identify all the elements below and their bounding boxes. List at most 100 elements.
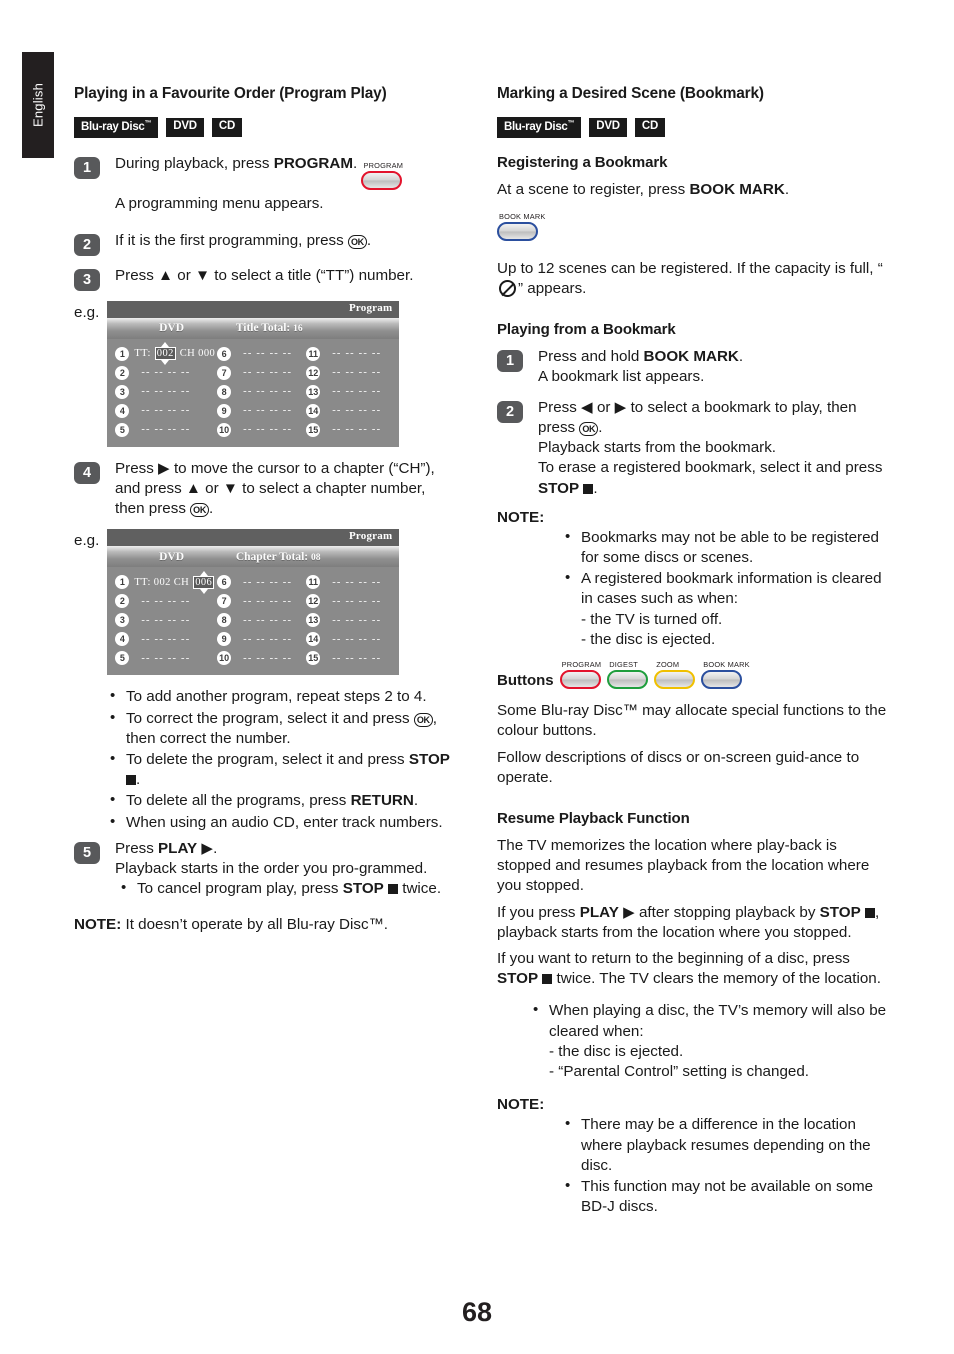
- osd-program-slot: 8 -- -- -- --: [217, 384, 304, 400]
- ok-icon: OK: [413, 712, 433, 727]
- osd-slot-empty: -- -- -- --: [243, 652, 293, 664]
- osd-slot-number: 11: [306, 346, 321, 361]
- osd-program-slot: 4 -- -- -- --: [115, 403, 215, 419]
- osd-slot-empty: -- -- -- --: [141, 367, 191, 379]
- ok-icon: OK: [190, 503, 210, 518]
- osd-program-slot: 5 -- -- -- --: [115, 422, 215, 438]
- list-item: Bookmarks may not be able to be register…: [559, 527, 887, 568]
- stop-square-icon: [864, 907, 875, 918]
- badge-dvd: DVD: [589, 118, 627, 137]
- osd-program-slot: 12 -- -- -- --: [306, 365, 393, 381]
- colour-button-yellow[interactable]: ZOOM: [654, 660, 696, 690]
- bookmark-step-2: 2 Press ◀ or ▶ to select a bookmark to p…: [497, 398, 887, 499]
- program-button-caption: PROGRAM: [363, 160, 404, 170]
- list-item: To delete all the programs, press RETURN…: [104, 790, 454, 811]
- bookmark-button-pill[interactable]: [497, 221, 538, 241]
- osd-slot-number: 15: [306, 422, 321, 437]
- resume-p1: The TV memorizes the location where play…: [497, 836, 870, 895]
- osd-1-total: Title Total: 16: [235, 322, 303, 335]
- colour-button-pill[interactable]: [607, 670, 649, 690]
- step-4: 4 Press ▶ to move the cursor to a chapte…: [74, 459, 454, 520]
- osd-program-slot: 12 -- -- -- --: [306, 593, 393, 609]
- buttons-text-1: Some Blu-ray Disc™ may allocate special …: [497, 702, 887, 740]
- osd-2-grid: 1 TT: 002 CH 006 6 -- -- -- -- 11 -- -- -- --…: [107, 567, 399, 675]
- osd-1-grid: 1 TT: 002 CH 000 6 -- -- -- -- 11 -- -- -- --…: [107, 339, 399, 447]
- osd-slot-number: 12: [306, 365, 321, 380]
- right-column: Marking a Desired Scene (Bookmark) Blu-r…: [497, 84, 887, 1219]
- osd-slot-number: 6: [217, 346, 232, 361]
- colour-button-pill[interactable]: [654, 670, 696, 690]
- osd-slot-empty: -- -- -- --: [141, 614, 191, 626]
- osd-program-slot: 14 -- -- -- --: [306, 403, 393, 419]
- step-2-number: 2: [74, 233, 100, 256]
- osd-slot-empty: -- -- -- --: [243, 367, 293, 379]
- osd-program-slot: 6 -- -- -- --: [217, 574, 304, 590]
- osd-program-title-screen: Program DVD Title Total: 16 1 TT: 002 CH …: [107, 300, 400, 447]
- osd-1-title: Program: [107, 300, 400, 318]
- osd-slot-number: 5: [115, 422, 130, 437]
- colour-button-red[interactable]: PROGRAM: [559, 660, 602, 690]
- osd-2-infobar: DVD Chapter Total: 08: [107, 546, 400, 568]
- osd-slot-empty: -- -- -- --: [243, 595, 293, 607]
- colour-button-caption: BOOK MARK: [703, 660, 750, 670]
- buttons-text-2: Follow descriptions of discs or on-scree…: [497, 748, 860, 786]
- step-4-body: Press ▶ to move the cursor to a chapter …: [115, 459, 435, 518]
- osd-slot-number: 12: [306, 594, 321, 609]
- bookmark-step-1-body: Press and hold BOOK MARK. A bookmark lis…: [538, 347, 887, 387]
- osd-slot-number: 1: [115, 346, 130, 361]
- osd-slot-number: 1: [115, 575, 130, 590]
- bookmark-step-2-line3: To erase a registered bookmark, select i…: [538, 459, 883, 497]
- buttons-section-row: Buttons PROGRAM DIGEST ZOOM BOOK MARK: [497, 660, 887, 691]
- osd-program-slot: 15 -- -- -- --: [306, 422, 393, 438]
- osd-slot-number: 9: [217, 632, 232, 647]
- program-button-pill[interactable]: [361, 171, 403, 191]
- stop-square-icon: [126, 775, 136, 786]
- osd-slot-number: 8: [217, 613, 232, 628]
- resume-p2: If you press PLAY ▶ after stopping playb…: [497, 903, 880, 941]
- colour-button-caption: ZOOM: [656, 660, 680, 670]
- stop-square-icon: [388, 884, 398, 895]
- ok-icon: OK: [579, 421, 599, 436]
- step-5-line2: Playback starts in the order you pro-gra…: [115, 860, 428, 878]
- bookmark-button-graphic[interactable]: BOOK MARK: [497, 212, 546, 241]
- osd-slot-empty: -- -- -- --: [243, 348, 293, 360]
- example-screen-1-wrap: e.g. Program DVD Title Total: 16 1 TT: 00…: [74, 300, 454, 447]
- osd-slot-number: 5: [115, 651, 130, 666]
- osd-program-chapter-screen: Program DVD Chapter Total: 08 1 TT: 002 C…: [107, 529, 400, 676]
- osd-slot-value: TT: 002 CH 000: [134, 342, 215, 366]
- osd-1-disc: DVD: [159, 322, 185, 335]
- colour-button-green[interactable]: DIGEST: [607, 660, 649, 690]
- osd-program-slot: 5 -- -- -- --: [115, 650, 215, 666]
- osd-program-slot: 2 -- -- -- --: [115, 593, 215, 609]
- step-5: 5 Press PLAY ▶. Playback starts in the o…: [74, 839, 454, 902]
- osd-1-infobar: DVD Title Total: 16: [107, 317, 400, 339]
- step-1-body: During playback, press PROGRAM. PROGRAM …: [115, 154, 454, 221]
- osd-program-slot: 15 -- -- -- --: [306, 650, 393, 666]
- bookmark-button-caption: BOOK MARK: [499, 211, 546, 221]
- osd-slot-empty: -- -- -- --: [332, 386, 382, 398]
- osd-slot-empty: -- -- -- --: [332, 652, 382, 664]
- page-title-bookmark: Marking a Desired Scene (Bookmark): [497, 85, 764, 102]
- osd-slot-number: 7: [217, 365, 232, 380]
- buttons-section-label: Buttons: [497, 672, 554, 690]
- badge-cd: CD: [634, 118, 666, 137]
- list-item: A registered bookmark information is cle…: [559, 568, 887, 650]
- program-button-graphic[interactable]: PROGRAM: [361, 161, 403, 191]
- osd-slot-number: 9: [217, 403, 232, 418]
- colour-button-pill[interactable]: [559, 670, 601, 690]
- colour-button-pill[interactable]: [701, 670, 743, 690]
- osd-slot-number: 3: [115, 613, 130, 628]
- eg-label-1: e.g.: [74, 303, 100, 321]
- register-instruction: At a scene to register, press BOOK MARK.: [497, 180, 790, 198]
- osd-slot-empty: -- -- -- --: [332, 633, 382, 645]
- step-1-number: 1: [74, 156, 100, 179]
- osd-program-slot: 9 -- -- -- --: [217, 403, 304, 419]
- osd-slot-empty: -- -- -- --: [332, 405, 382, 417]
- osd-program-slot: 13 -- -- -- --: [306, 384, 393, 400]
- colour-button-blue[interactable]: BOOK MARK: [701, 660, 750, 690]
- step-1: 1 During playback, press PROGRAM. PROGRA…: [74, 154, 454, 221]
- colour-button-caption: PROGRAM: [561, 660, 602, 670]
- osd-slot-number: 2: [115, 594, 130, 609]
- osd-program-slot: 9 -- -- -- --: [217, 631, 304, 647]
- osd-slot-empty: -- -- -- --: [243, 633, 293, 645]
